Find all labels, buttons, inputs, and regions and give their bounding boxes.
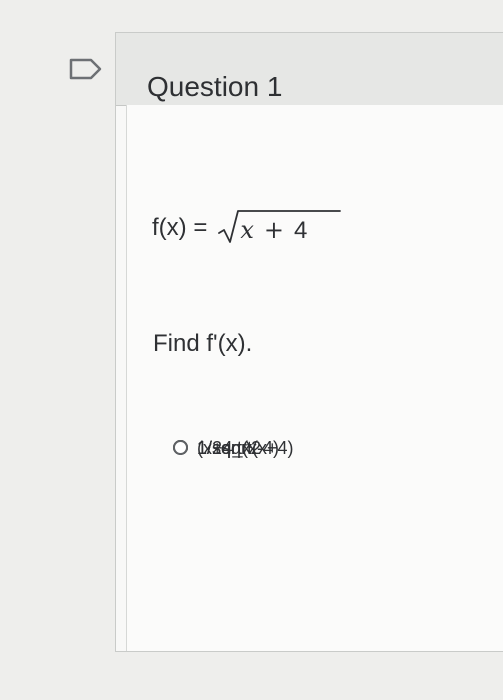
radicand-variable: x bbox=[240, 216, 254, 244]
answer-label: 1/sqrt(x-4) bbox=[197, 438, 280, 458]
radicand-constant: 4 bbox=[294, 217, 308, 244]
radicand-operator: + bbox=[263, 216, 284, 244]
question-header: Question 1 bbox=[116, 33, 503, 106]
square-root-expression: x +4 bbox=[217, 208, 342, 248]
question-card: Question 1 f(x) = x +4 Find f'(x). (x+4_^… bbox=[115, 32, 503, 652]
function-formula: f(x) = x +4 bbox=[152, 208, 342, 248]
bookmark-flag-icon[interactable] bbox=[68, 57, 104, 81]
question-title: Question 1 bbox=[147, 70, 283, 102]
question-body: f(x) = x+4 Find f'(x). (x+4_^2 1/sqrtx bbox=[126, 105, 503, 651]
question-prompt: Find f'(x). bbox=[153, 330, 253, 357]
formula-left-side: f(x) = bbox=[152, 214, 208, 241]
radicand: x +4 bbox=[240, 216, 307, 245]
question-page: { "question": { "title": "Question 1", "… bbox=[0, 0, 503, 700]
radio-unselected-icon[interactable] bbox=[173, 440, 188, 455]
